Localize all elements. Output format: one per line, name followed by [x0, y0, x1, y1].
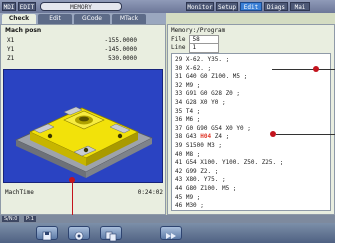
- callout-line: [272, 69, 335, 70]
- axis-row-y: Y1 -145.0000: [7, 45, 137, 54]
- callout-marker: [313, 66, 319, 72]
- code-line[interactable]: 41 G54 X100. Y100. Z50. Z25. ;: [175, 159, 283, 167]
- code-line[interactable]: 36 M6 ;: [175, 116, 200, 124]
- program-listing[interactable]: 29 X-62. Y35. ; 30 X-62. ; 31 G40 G0 Z100.…: [171, 53, 331, 211]
- tab-setup[interactable]: Setup: [216, 2, 238, 11]
- axis-label: X1: [7, 37, 15, 44]
- page-margin: [335, 0, 341, 243]
- axis-row-z: Z1 530.0000: [7, 54, 137, 63]
- forward-icon: [166, 233, 176, 239]
- cnc-screen: MDI EDIT MEMORY Monitor Setup Edit Diags…: [0, 0, 335, 243]
- open-icon: [74, 231, 84, 241]
- code-line[interactable]: 30 X-62. ;: [175, 65, 211, 73]
- axis-value: -145.0000: [104, 46, 137, 53]
- softkey-copy[interactable]: [100, 226, 122, 242]
- highlighted-token: H04: [200, 133, 212, 141]
- softkey-save[interactable]: [36, 226, 58, 241]
- code-line[interactable]: 40 M8 ;: [175, 151, 200, 159]
- line-field: Line 1: [171, 43, 220, 53]
- tab-edit-panel[interactable]: Edit: [38, 14, 72, 24]
- axis-label: Y1: [7, 46, 15, 53]
- status-strip: S/N:0 P:1: [0, 215, 335, 223]
- tab-diags[interactable]: Diags: [264, 2, 288, 11]
- code-line[interactable]: 38 G43 H04 Z4 ;: [175, 133, 229, 141]
- code-line[interactable]: 45 M9 ;: [175, 194, 200, 202]
- program-path: Memory:/Program: [171, 27, 226, 34]
- file-label: File: [171, 36, 186, 43]
- tab-edit[interactable]: Edit: [240, 2, 262, 11]
- code-line[interactable]: 32 M9 ;: [175, 82, 200, 90]
- panel-tabs: Check Edit GCode MTack: [0, 13, 166, 24]
- tab-mtack[interactable]: MTack: [112, 14, 146, 24]
- line-label: Line: [171, 44, 186, 51]
- softkey-bar: [0, 223, 335, 243]
- code-line[interactable]: 37 G0 G90 G54 X0 Y0 ;: [175, 125, 251, 133]
- status-item: S/N:0: [2, 216, 20, 222]
- machine-time-row: MachTime 0:24:02: [5, 188, 163, 197]
- part-3d-icon: [15, 106, 153, 178]
- tab-gcode[interactable]: GCode: [74, 14, 110, 24]
- code-line[interactable]: 29 X-62. Y35. ;: [175, 56, 229, 64]
- code-line[interactable]: 33 G91 G0 G28 Z0 ;: [175, 90, 240, 98]
- code-line[interactable]: 44 G80 Z100. M5 ;: [175, 185, 236, 193]
- axis-label: Z1: [7, 55, 15, 62]
- code-line[interactable]: 31 G40 G0 Z100. M5 ;: [175, 73, 247, 81]
- axis-row-x: X1 -155.0000: [7, 36, 137, 45]
- tab-maint[interactable]: Mai: [290, 2, 310, 11]
- softkey-open[interactable]: [68, 226, 90, 241]
- mode-mdi[interactable]: MDI: [2, 2, 16, 11]
- part-viewport[interactable]: [3, 69, 163, 183]
- code-line[interactable]: 39 S1500 M3 ;: [175, 142, 222, 150]
- line-value[interactable]: 1: [189, 43, 220, 53]
- mode-edit[interactable]: EDIT: [18, 2, 36, 11]
- machine-time-value: 0:24:02: [137, 189, 163, 196]
- axis-value: 530.0000: [108, 55, 137, 62]
- program-panel: Memory:/Program File 58 Line 1 29 X-62. Y3…: [167, 24, 335, 215]
- status-item: P:1: [24, 216, 36, 222]
- save-icon: [42, 231, 52, 241]
- code-line[interactable]: 35 T4 ;: [175, 108, 200, 116]
- copy-icon: [105, 231, 117, 242]
- code-line[interactable]: 34 G28 X0 Y0 ;: [175, 99, 226, 107]
- position-title: Mach posn: [5, 27, 42, 34]
- top-status-bar: MDI EDIT MEMORY Monitor Setup Edit Diags…: [0, 0, 335, 13]
- position-panel: Mach posn X1 -155.0000 Y1 -145.0000 Z1 5…: [0, 24, 166, 215]
- tab-check[interactable]: Check: [2, 14, 36, 24]
- tab-monitor[interactable]: Monitor: [186, 2, 214, 11]
- softkey-forward[interactable]: [160, 226, 182, 240]
- axis-value: -155.0000: [104, 37, 137, 44]
- callout-line: [276, 134, 335, 135]
- machine-time-label: MachTime: [5, 189, 34, 196]
- callout-marker: [270, 131, 276, 137]
- code-line[interactable]: 43 X80. Y75. ;: [175, 176, 226, 184]
- mode-memory[interactable]: MEMORY: [40, 2, 122, 11]
- code-line[interactable]: 46 M30 ;: [175, 202, 204, 210]
- code-line[interactable]: 42 G99 Z2. ;: [175, 168, 218, 176]
